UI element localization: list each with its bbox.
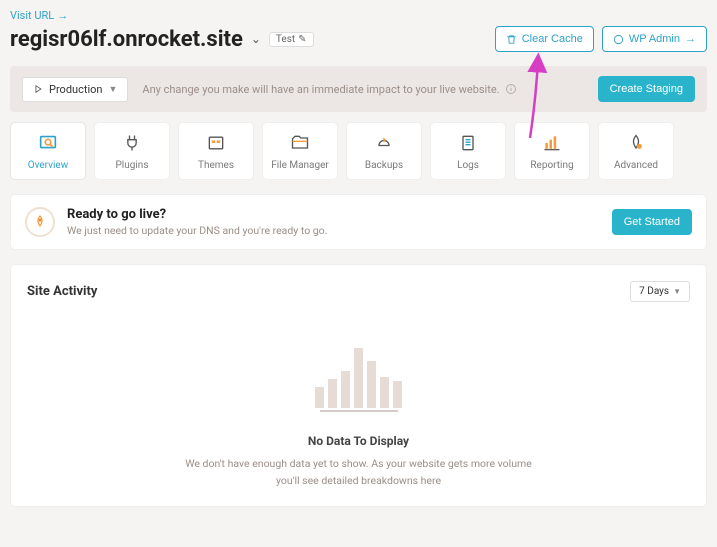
nodata-sub: We don't have enough data yet to show. A… <box>179 456 539 490</box>
chevron-down-icon[interactable]: ⌄ <box>251 32 261 46</box>
environment-select[interactable]: Production ▼ <box>22 77 128 102</box>
tab-label: Reporting <box>530 160 573 171</box>
activity-title: Site Activity <box>27 284 97 299</box>
wp-admin-button[interactable]: WP Admin → <box>602 26 707 52</box>
create-staging-button[interactable]: Create Staging <box>598 76 695 102</box>
test-badge-label: Test <box>276 34 295 45</box>
tab-label: Themes <box>198 160 234 171</box>
site-title: regisr06lf.onrocket.site <box>10 27 243 52</box>
production-left: Production ▼ Any change you make will ha… <box>22 77 517 102</box>
wordpress-icon <box>613 34 624 45</box>
go-live-banner: Ready to go live? We just need to update… <box>10 194 707 250</box>
chart-bar <box>315 387 324 408</box>
title-area: regisr06lf.onrocket.site ⌄ Test ✎ <box>10 27 314 52</box>
site-activity-card: Site Activity 7 Days ▼ No Data To Displa… <box>10 264 707 507</box>
test-badge[interactable]: Test ✎ <box>269 32 314 47</box>
tab-file-manager[interactable]: File Manager <box>262 122 338 180</box>
file-manager-icon <box>289 132 311 154</box>
header: regisr06lf.onrocket.site ⌄ Test ✎ Clear … <box>10 26 707 52</box>
go-live-text: Ready to go live? We just need to update… <box>67 207 327 237</box>
production-message-wrap: Any change you make will have an immedia… <box>142 83 516 96</box>
pencil-icon: ✎ <box>298 34 306 45</box>
chart-bar <box>380 377 389 408</box>
overview-icon <box>37 132 59 154</box>
create-staging-label: Create Staging <box>610 83 683 95</box>
tab-label: Logs <box>457 160 479 171</box>
tab-reporting[interactable]: Reporting <box>514 122 590 180</box>
arrow-right-icon: → <box>57 9 68 22</box>
chart-bar <box>354 348 363 408</box>
go-live-sub: We just need to update your DNS and you'… <box>67 224 327 237</box>
info-icon[interactable] <box>505 83 517 95</box>
chart-bars <box>315 338 402 408</box>
get-started-label: Get Started <box>624 216 680 228</box>
production-message: Any change you make will have an immedia… <box>142 83 499 96</box>
visit-url-link[interactable]: Visit URL → <box>10 9 68 22</box>
visit-url-label: Visit URL <box>10 9 54 22</box>
tab-overview[interactable]: Overview <box>10 122 86 180</box>
reporting-icon <box>541 132 563 154</box>
clear-cache-label: Clear Cache <box>522 33 583 45</box>
tab-plugins[interactable]: Plugins <box>94 122 170 180</box>
play-icon <box>33 84 43 94</box>
environment-label: Production <box>49 83 102 96</box>
logs-icon <box>457 132 479 154</box>
chevron-down-icon: ▼ <box>673 287 681 296</box>
tab-label: File Manager <box>271 160 329 171</box>
header-buttons: Clear Cache WP Admin → <box>495 26 707 52</box>
tabs: Overview Plugins Themes File Manager Bac… <box>10 122 707 180</box>
nodata-title: No Data To Display <box>308 434 409 448</box>
tab-label: Plugins <box>116 160 149 171</box>
backups-icon <box>373 132 395 154</box>
range-label: 7 Days <box>639 286 669 297</box>
chart-bar <box>367 361 376 408</box>
trash-icon <box>506 34 517 45</box>
tab-logs[interactable]: Logs <box>430 122 506 180</box>
tab-themes[interactable]: Themes <box>178 122 254 180</box>
chart-bar <box>328 379 337 408</box>
tab-advanced[interactable]: Advanced <box>598 122 674 180</box>
range-select[interactable]: 7 Days ▼ <box>630 281 690 302</box>
chevron-down-icon: ▼ <box>108 84 117 95</box>
tab-label: Backups <box>365 160 403 171</box>
tab-label: Advanced <box>614 160 658 171</box>
production-bar: Production ▼ Any change you make will ha… <box>10 66 707 112</box>
activity-header: Site Activity 7 Days ▼ <box>27 281 690 302</box>
go-live-left: Ready to go live? We just need to update… <box>25 207 327 237</box>
get-started-button[interactable]: Get Started <box>612 209 692 235</box>
chart-bar <box>341 371 350 408</box>
arrow-right-icon: → <box>685 33 696 45</box>
rocket-icon <box>25 207 55 237</box>
advanced-icon <box>625 132 647 154</box>
activity-chart: No Data To Display We don't have enough … <box>27 338 690 490</box>
go-live-title: Ready to go live? <box>67 207 327 222</box>
tab-label: Overview <box>28 160 69 171</box>
wp-admin-label: WP Admin <box>629 33 680 45</box>
chart-bar <box>393 381 402 408</box>
themes-icon <box>205 132 227 154</box>
chart-baseline <box>320 410 398 412</box>
clear-cache-button[interactable]: Clear Cache <box>495 26 594 52</box>
tab-backups[interactable]: Backups <box>346 122 422 180</box>
plugins-icon <box>121 132 143 154</box>
